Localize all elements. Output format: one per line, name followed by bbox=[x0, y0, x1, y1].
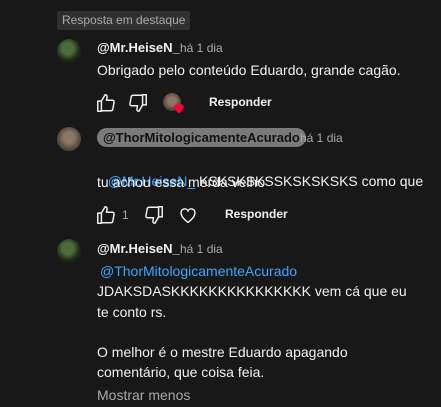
highlighted-reply-badge: Resposta em destaque bbox=[57, 11, 191, 30]
heart-outline-icon[interactable] bbox=[177, 204, 199, 226]
reply-button[interactable]: Responder bbox=[209, 95, 272, 109]
comment-timestamp[interactable]: há 1 dia bbox=[180, 41, 223, 55]
avatar[interactable] bbox=[57, 239, 81, 263]
dislike-icon[interactable] bbox=[143, 204, 165, 226]
comment-text-line: te conto rs. bbox=[97, 304, 167, 320]
comment-author[interactable]: @Mr.HeiseN_ bbox=[97, 241, 180, 256]
like-icon[interactable] bbox=[95, 92, 117, 114]
dislike-icon[interactable] bbox=[127, 92, 149, 114]
avatar[interactable] bbox=[57, 39, 81, 63]
comment-timestamp[interactable]: há 1 dia bbox=[300, 131, 343, 145]
heart-icon bbox=[172, 101, 186, 115]
comment-text-line: comentário, que coisa feia. bbox=[97, 364, 265, 380]
reply-button[interactable]: Responder bbox=[225, 207, 288, 221]
comment-timestamp[interactable]: há 1 dia bbox=[180, 242, 223, 256]
comment-text-line: tu achou essa merda velho bbox=[97, 174, 266, 190]
comment-text-line: JDAKSDASKKKKKKKKKKKKKKK vem cá que eu bbox=[97, 283, 407, 299]
comment-author[interactable]: @ThorMitologicamenteAcurado bbox=[97, 128, 306, 147]
avatar[interactable] bbox=[57, 127, 81, 151]
mention-link[interactable]: @ThorMitologicamenteAcurado bbox=[100, 261, 430, 281]
comment-text: Obrigado pelo conteúdo Eduardo, grande c… bbox=[97, 62, 401, 78]
comment-text-line: O melhor é o mestre Eduardo apagando bbox=[97, 344, 348, 360]
comment-author[interactable]: @Mr.HeiseN_ bbox=[97, 40, 180, 55]
show-less-link[interactable]: Mostrar menos bbox=[97, 387, 190, 403]
like-icon[interactable] bbox=[95, 204, 117, 226]
like-count: 1 bbox=[122, 208, 129, 222]
